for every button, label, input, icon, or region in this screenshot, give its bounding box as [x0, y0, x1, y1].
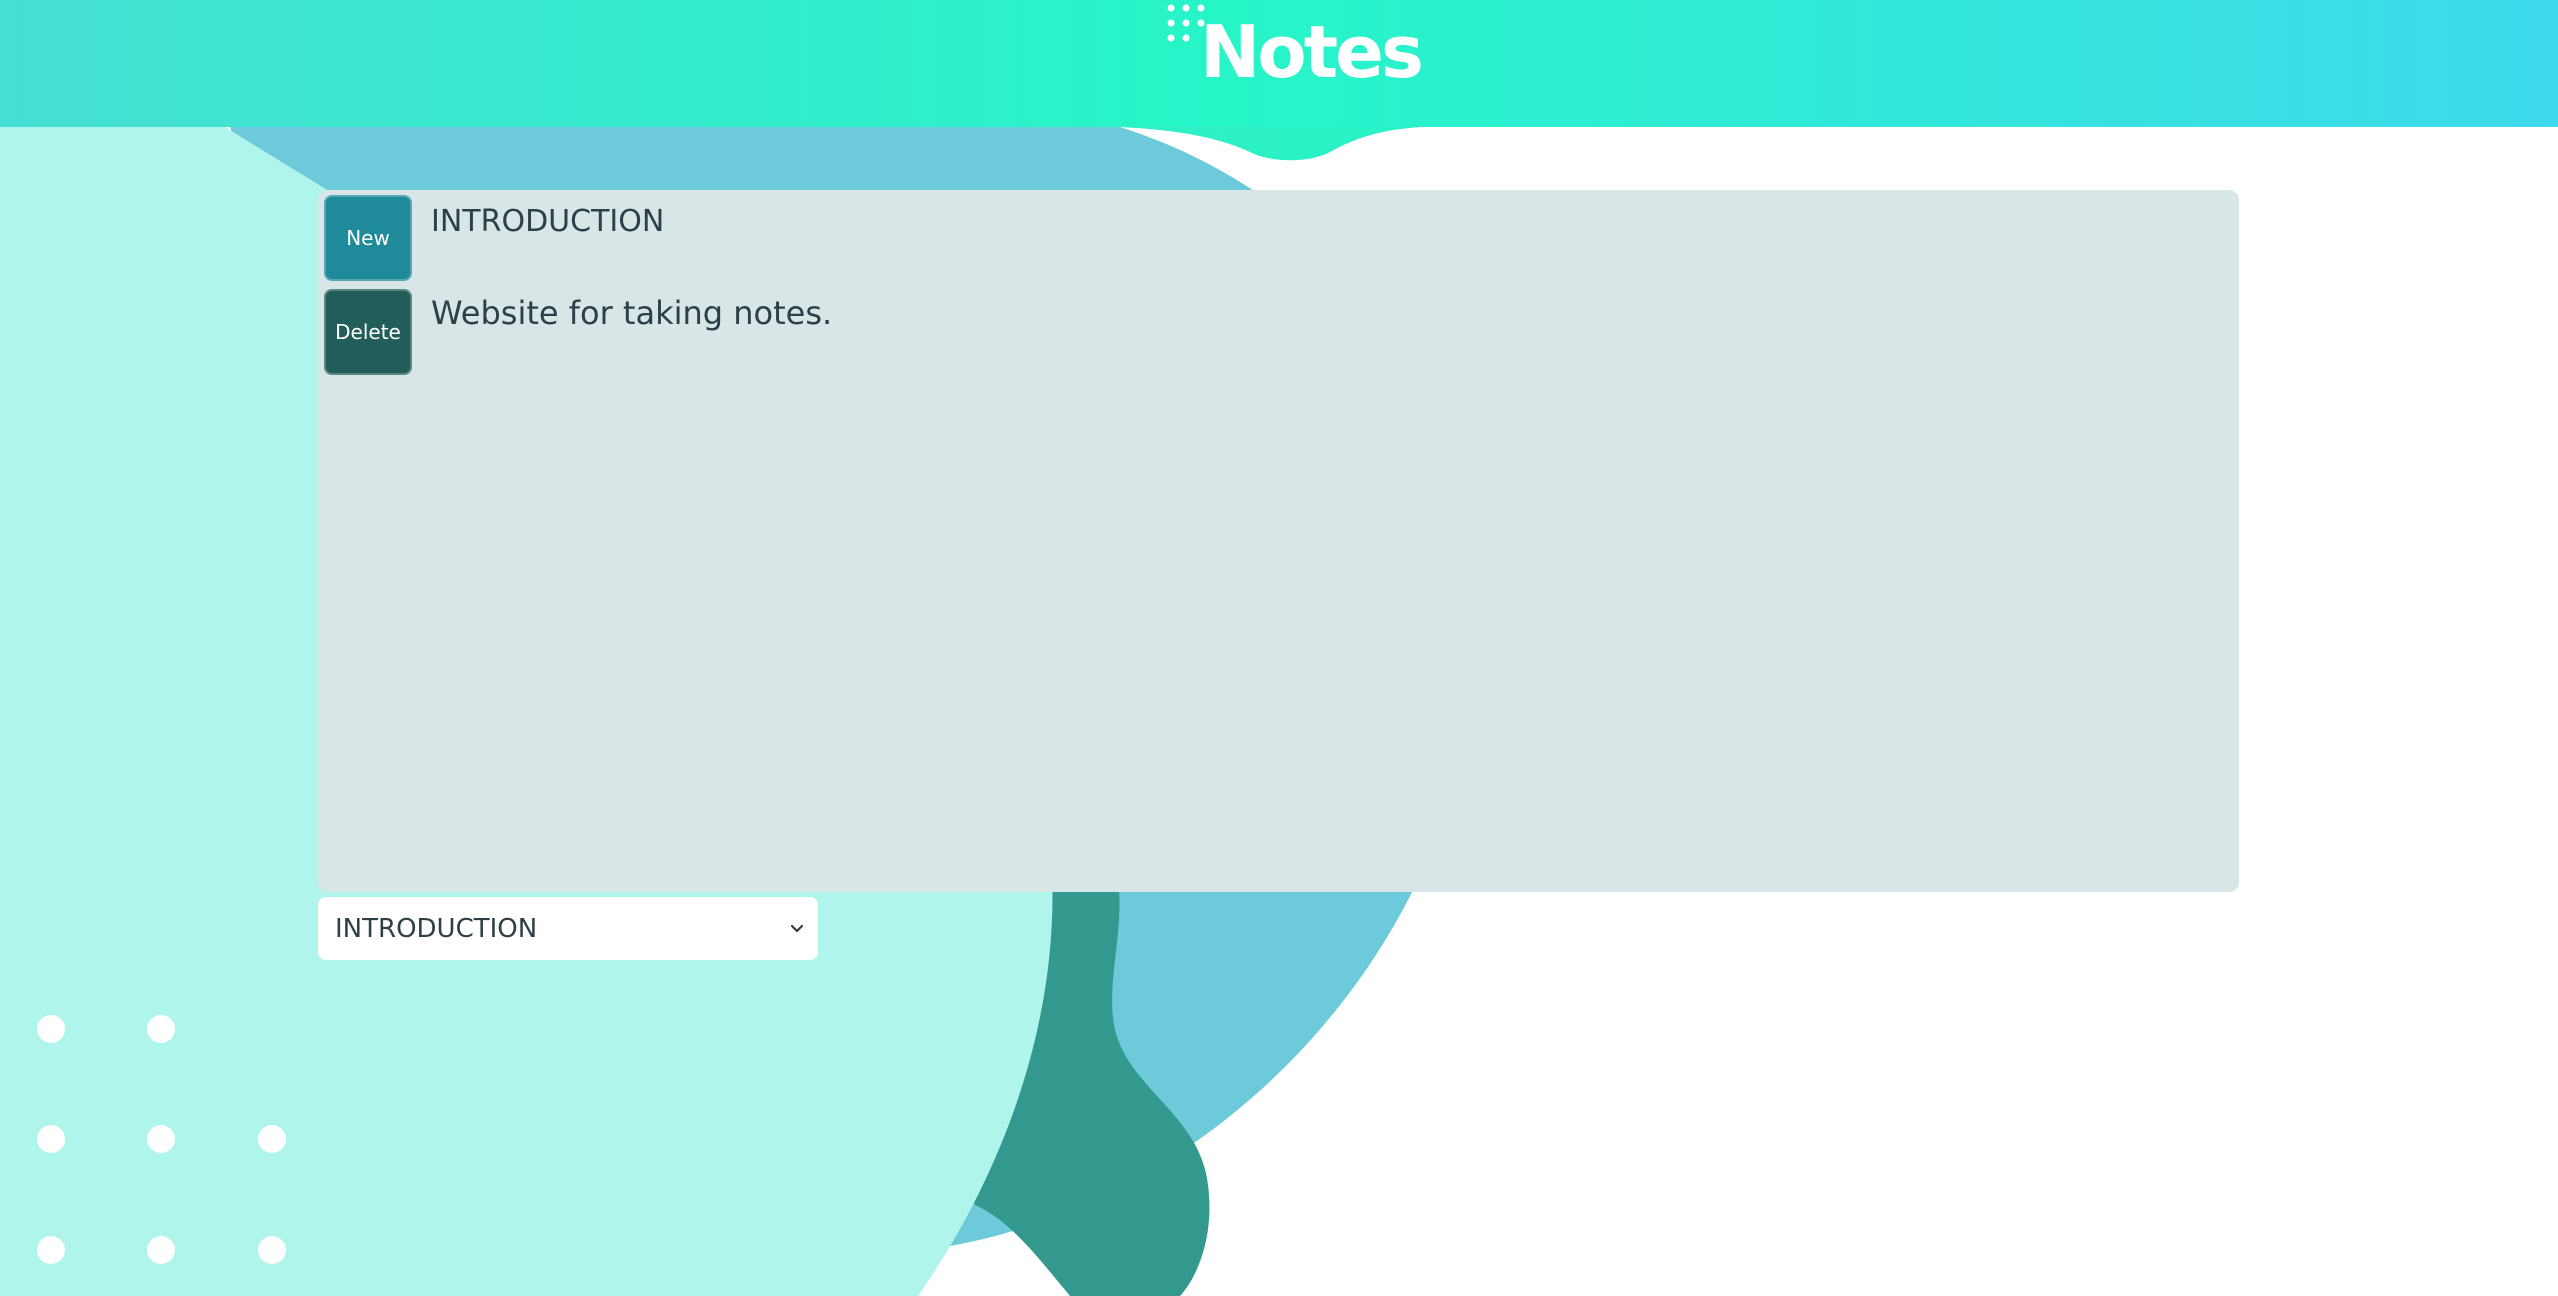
note-body-field[interactable]: Website for taking notes.	[431, 294, 2211, 854]
note-select-value: INTRODUCTION	[335, 913, 538, 944]
new-note-button[interactable]: New	[324, 195, 412, 281]
note-editor-panel: New Delete INTRODUCTION Website for taki…	[318, 190, 2239, 892]
note-title-field[interactable]: INTRODUCTION	[431, 204, 2211, 239]
delete-note-button[interactable]: Delete	[324, 289, 412, 375]
app-title: Notes	[1200, 10, 1424, 94]
note-select-dropdown[interactable]: INTRODUCTION	[318, 897, 818, 960]
brand: Notes	[1165, 0, 1425, 110]
header-wave	[1120, 127, 1420, 161]
chevron-down-icon	[790, 924, 804, 932]
notes-app: Notes New Delete INTRODUCTION Website fo…	[0, 0, 2558, 1296]
